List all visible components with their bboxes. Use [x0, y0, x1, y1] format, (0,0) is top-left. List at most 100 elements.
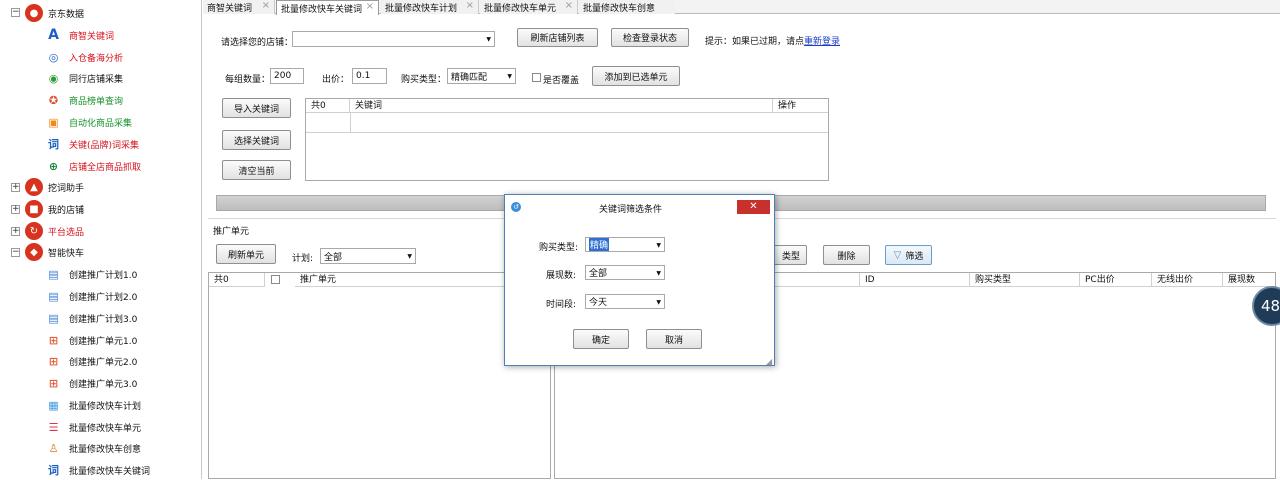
- buy-type-value: 精确匹配: [451, 72, 488, 83]
- chevron-down-icon: ▼: [656, 299, 661, 306]
- unit-section-title: 推广单元: [213, 227, 250, 237]
- tab-bulk-edit-keyword[interactable]: 批量修改快车关键词 ×: [276, 0, 379, 15]
- overwrite-checkbox[interactable]: [532, 73, 541, 82]
- tree-item-auto-collect[interactable]: ▣ 自动化商品采集: [45, 112, 132, 132]
- close-icon[interactable]: ×: [366, 1, 374, 12]
- tree-item-bulk-edit-creative[interactable]: ♙ 批量修改快车创意: [45, 438, 141, 458]
- keyword-filter-dialog: ↺ 关键词筛选条件 ✕ 购买类型: 精确 ▼ 展现数: 全部 ▼ 时间段: 今天…: [504, 194, 775, 366]
- font-a-icon: A: [48, 27, 59, 43]
- chevron-down-icon: ▼: [407, 253, 412, 260]
- tree-item-label: 同行店铺采集: [69, 74, 124, 85]
- group-count-input[interactable]: 200: [270, 68, 304, 84]
- close-icon[interactable]: ×: [466, 0, 474, 11]
- select-all-checkbox[interactable]: [271, 275, 280, 284]
- unit-grid[interactable]: 共0 推广单元: [208, 272, 551, 479]
- expand-icon[interactable]: +: [11, 227, 20, 236]
- tree-item-bulk-edit-plan[interactable]: ▦ 批量修改快车计划: [45, 395, 141, 415]
- person-icon: ♙: [48, 441, 59, 455]
- dialog-buy-type-select[interactable]: 精确 ▼: [585, 237, 665, 252]
- collapse-icon[interactable]: −: [11, 8, 20, 17]
- dialog-impressions-select[interactable]: 全部 ▼: [585, 265, 665, 280]
- tree-item-create-plan-1[interactable]: ▤ 创建推广计划1.0: [45, 264, 137, 284]
- check-login-button[interactable]: 检查登录状态: [611, 28, 689, 47]
- keyword-grid[interactable]: 共0 关键词 操作: [305, 98, 829, 181]
- tree-item-warehouse-analysis[interactable]: ◎ 入仓备海分析: [45, 47, 123, 67]
- expand-icon[interactable]: +: [11, 205, 20, 214]
- tree-item-label: 创建推广计划2.0: [69, 292, 138, 303]
- shop-select[interactable]: ▼: [292, 31, 495, 47]
- dialog-period-value: 今天: [589, 298, 608, 308]
- tree-item-label: 创建推广单元2.0: [69, 357, 138, 368]
- bid-input[interactable]: 0.1: [352, 68, 387, 84]
- tree-item-product-ranking[interactable]: ✪ 商品榜单查询: [45, 90, 123, 110]
- close-icon[interactable]: ×: [565, 0, 573, 11]
- tab-bulk-edit-unit[interactable]: 批量修改快车单元 ×: [480, 0, 578, 14]
- tree-node-platform-selection[interactable]: ↻ 平台选品: [25, 221, 84, 241]
- tree-item-shangzhi-keyword[interactable]: A 商智关键词: [45, 25, 114, 45]
- cancel-button[interactable]: 取消: [646, 329, 702, 349]
- tree-item-brand-keyword[interactable]: 词 关键(品牌)词采集: [45, 134, 139, 154]
- relogin-link[interactable]: 重新登录: [804, 37, 840, 47]
- tree-item-label: 批量修改快车计划: [69, 401, 142, 412]
- buy-type-select[interactable]: 精确匹配 ▼: [447, 68, 516, 84]
- close-icon[interactable]: ×: [262, 0, 270, 11]
- resize-grip-icon[interactable]: ◢: [766, 357, 772, 366]
- tree-item-label: 店铺全店商品抓取: [69, 162, 142, 173]
- collapse-icon[interactable]: −: [11, 248, 20, 257]
- tree-item-create-unit-1[interactable]: ⊞ 创建推广单元1.0: [45, 330, 137, 350]
- grid-empty-row: [306, 113, 828, 133]
- col-impressions: 展现数: [1223, 273, 1275, 287]
- add-to-unit-button[interactable]: 添加到已选单元: [592, 66, 680, 86]
- refresh-circle-icon: ↻: [25, 222, 43, 240]
- confirm-button[interactable]: 确定: [573, 329, 629, 349]
- select-keyword-button[interactable]: 选择关键词: [222, 130, 291, 150]
- tree-item-create-plan-3[interactable]: ▤ 创建推广计划3.0: [45, 308, 137, 328]
- filter-button[interactable]: ▽ 筛选: [885, 245, 932, 265]
- tree-item-create-unit-3[interactable]: ⊞ 创建推广单元3.0: [45, 373, 137, 393]
- plan-select[interactable]: 全部 ▼: [320, 248, 416, 264]
- tree-item-bulk-edit-keyword[interactable]: 词 批量修改快车关键词: [45, 460, 150, 480]
- filter-button-label: 筛选: [905, 251, 924, 262]
- tree-node-jd-data[interactable]: ● 京东数据: [25, 3, 84, 23]
- refresh-shop-button[interactable]: 刷新店铺列表: [517, 28, 598, 47]
- tree-node-my-shop[interactable]: ■ 我的店铺: [25, 199, 84, 219]
- col-buy-type: 购买类型: [970, 273, 1080, 287]
- tree-item-bulk-edit-unit[interactable]: ☰ 批量修改快车单元: [45, 417, 141, 437]
- tree-item-competitor-shop[interactable]: ◉ 同行店铺采集: [45, 68, 123, 88]
- dialog-period-label: 时间段:: [546, 300, 577, 310]
- clear-current-button[interactable]: 清空当前: [222, 160, 291, 180]
- col-keyword: 关键词: [350, 99, 773, 113]
- tree-item-create-unit-2[interactable]: ⊞ 创建推广单元2.0: [45, 351, 137, 371]
- shop-label: 请选择您的店铺：: [221, 38, 294, 48]
- close-button[interactable]: ✕: [737, 200, 770, 214]
- keyword-search-icon: 词: [48, 464, 59, 477]
- medal-icon: ✪: [48, 93, 59, 107]
- tab-bulk-edit-plan[interactable]: 批量修改快车计划 ×: [381, 0, 479, 14]
- tree-node-keyword-helper[interactable]: ▲ 挖词助手: [25, 177, 84, 197]
- hint-text: 提示：如果已过期，请点重新登录: [705, 34, 840, 47]
- doc-plan-icon: ▤: [48, 289, 59, 303]
- eye-icon: ◉: [48, 71, 59, 85]
- grid-plus-icon: ⊞: [48, 333, 59, 347]
- chevron-down-icon: ▼: [507, 73, 512, 80]
- globe-search-icon: ⊕: [48, 159, 59, 173]
- tree-item-label: 批量修改快车关键词: [69, 466, 151, 477]
- tab-label: 批量修改快车创意: [583, 3, 656, 14]
- expand-icon[interactable]: +: [11, 183, 20, 192]
- tab-label: 商智关键词: [207, 3, 253, 14]
- tree-item-shop-products[interactable]: ⊕ 店铺全店商品抓取: [45, 156, 141, 176]
- tab-shangzhi-keyword[interactable]: 商智关键词 ×: [203, 0, 275, 14]
- refresh-unit-button[interactable]: 刷新单元: [216, 244, 276, 264]
- import-keyword-button[interactable]: 导入关键词: [222, 98, 291, 118]
- car-icon: ◆: [25, 243, 43, 261]
- grid-plus-icon: ⊞: [48, 354, 59, 368]
- plan-select-value: 全部: [324, 252, 343, 263]
- delete-button[interactable]: 删除: [823, 245, 870, 265]
- tree-node-smart-car[interactable]: ◆ 智能快车: [25, 242, 84, 262]
- dialog-period-select[interactable]: 今天 ▼: [585, 294, 665, 309]
- tree-item-create-plan-2[interactable]: ▤ 创建推广计划2.0: [45, 286, 137, 306]
- plan-label: 计划:: [292, 254, 314, 264]
- col-count: 共0: [209, 273, 265, 287]
- tree-item-label: 商品榜单查询: [69, 96, 124, 107]
- tab-bulk-edit-creative[interactable]: 批量修改快车创意: [579, 0, 675, 14]
